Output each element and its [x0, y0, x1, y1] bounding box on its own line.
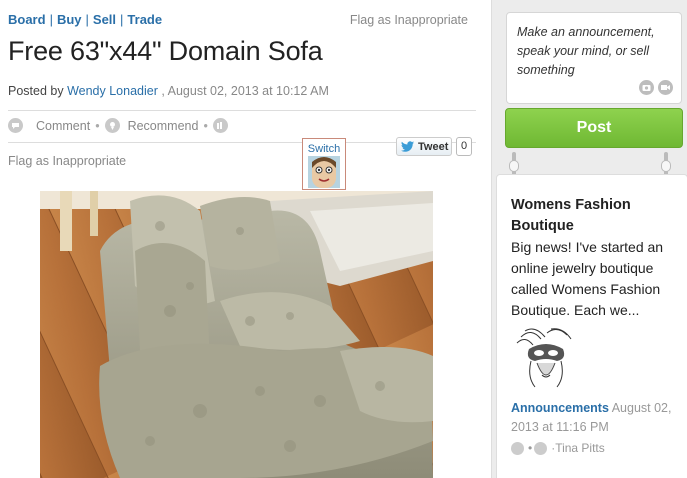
divider — [8, 110, 476, 111]
sofa-image — [40, 191, 433, 478]
switch-avatar-button[interactable]: Switch — [302, 138, 346, 190]
category-link[interactable]: Announcements — [511, 401, 609, 415]
post-meta: Posted by Wendy Lonadier , August 02, 20… — [8, 84, 329, 98]
camera-icon[interactable] — [639, 80, 654, 95]
masquerade-mask-image — [511, 327, 581, 393]
nav-separator: | — [120, 12, 124, 27]
nav-separator: | — [85, 12, 89, 27]
share-icon[interactable] — [212, 118, 228, 133]
card-body: Big news! I've started an online jewelry… — [511, 239, 664, 318]
switch-label: Switch — [307, 143, 341, 155]
announcement-placeholder: Make an announcement, speak your mind, o… — [517, 25, 655, 77]
attachment-icons — [639, 80, 673, 95]
tweet-label: Tweet — [418, 140, 449, 153]
nav-trade[interactable]: Trade — [127, 12, 162, 27]
card-footer: • ·Tina Pitts — [511, 441, 673, 455]
card-connector-knob — [509, 160, 519, 172]
recommend-icon[interactable] — [534, 441, 548, 455]
comment-icon — [8, 118, 23, 133]
tweet-count: 0 — [456, 137, 472, 156]
card-connector-knob — [661, 160, 671, 172]
comment-button[interactable]: Comment — [36, 119, 90, 133]
breadcrumb-nav: Board | Buy | Sell | Trade — [8, 12, 162, 27]
video-icon[interactable] — [658, 80, 673, 95]
recommend-icon — [104, 118, 120, 133]
main-content: Board | Buy | Sell | Trade Flag as Inappropria… — [0, 0, 490, 478]
nav-buy[interactable]: Buy — [57, 12, 82, 27]
author-link[interactable]: Wendy Lonadier — [67, 84, 158, 98]
card-author[interactable]: ·Tina Pitts — [551, 441, 605, 455]
card-meta: Announcements August 02, 2013 at 11:16 P… — [511, 399, 673, 437]
comment-icon[interactable] — [511, 441, 524, 455]
action-separator: • — [203, 118, 208, 133]
avatar — [308, 156, 340, 188]
post-date: , August 02, 2013 at 10:12 AM — [161, 84, 329, 98]
twitter-bird-icon — [401, 141, 414, 152]
page-title: Free 63"x44" Domain Sofa — [8, 36, 323, 66]
post-button[interactable]: Post — [505, 108, 683, 148]
posted-by-label: Posted by — [8, 84, 64, 98]
sidebar: Make an announcement, speak your mind, o… — [491, 0, 687, 478]
nav-separator: | — [49, 12, 53, 27]
recommend-button[interactable]: Recommend — [128, 119, 199, 133]
flag-inappropriate-link[interactable]: Flag as Inappropriate — [350, 13, 468, 27]
post-actions: Comment • Recommend • — [8, 118, 228, 133]
announcement-input[interactable]: Make an announcement, speak your mind, o… — [506, 12, 682, 104]
announcement-card[interactable]: Womens Fashion Boutique Big news! I've s… — [496, 174, 687, 478]
action-separator: • — [528, 441, 533, 455]
nav-board[interactable]: Board — [8, 12, 46, 27]
action-separator: • — [95, 118, 100, 133]
listing-photo[interactable] — [40, 191, 433, 478]
nav-sell[interactable]: Sell — [93, 12, 116, 27]
tweet-button[interactable]: Tweet — [396, 137, 452, 156]
card-title[interactable]: Womens Fashion Boutique — [511, 195, 673, 237]
flag-inappropriate-link-bottom[interactable]: Flag as Inappropriate — [8, 154, 126, 168]
